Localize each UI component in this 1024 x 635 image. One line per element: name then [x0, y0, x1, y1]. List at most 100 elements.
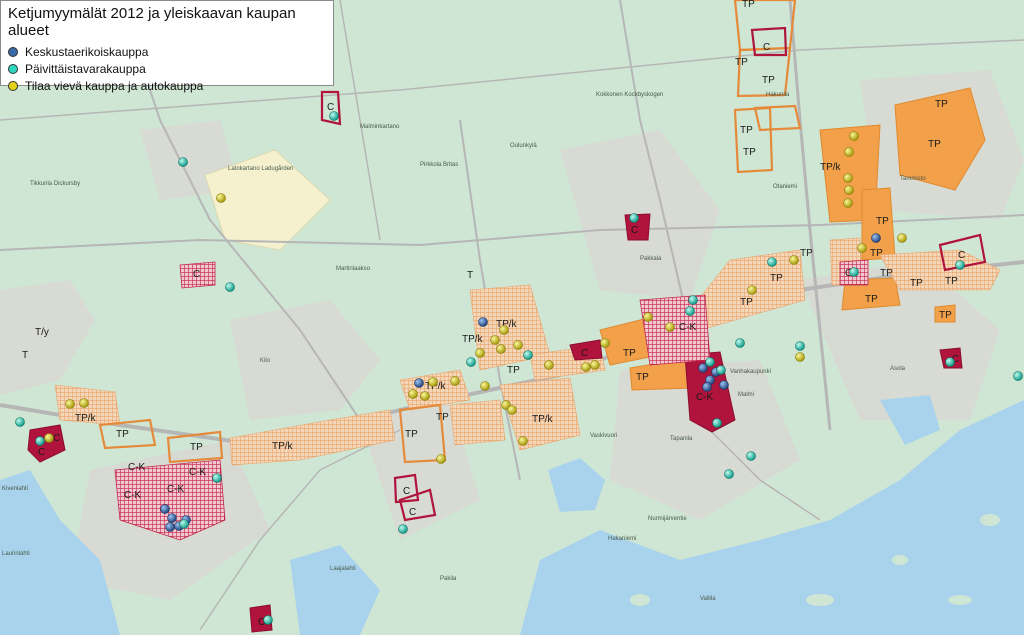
zone-label: TP — [116, 429, 129, 440]
grocery-store-marker — [705, 357, 715, 367]
grocery-store-marker — [724, 469, 734, 479]
specialty-store-marker — [478, 317, 488, 327]
specialty-store-marker — [414, 378, 424, 388]
specialty-store-marker — [719, 380, 729, 390]
bulky-store-marker — [643, 312, 653, 322]
place-label: Asola — [890, 366, 906, 372]
zone-label: TP — [770, 273, 783, 284]
zone-label: T/y — [35, 327, 49, 338]
bulky-store-marker — [436, 454, 446, 464]
blue-dot-icon — [8, 46, 18, 57]
zone-label: TP — [800, 248, 813, 259]
place-label: Vanhakaupunki — [730, 369, 771, 375]
zone-label: TP — [740, 125, 753, 136]
legend-item-bulky: Tilaa vievä kauppa ja autokauppa — [8, 77, 326, 94]
bulky-store-marker — [795, 352, 805, 362]
legend-item-specialty: Keskustaerikoiskauppa — [8, 43, 326, 60]
place-label: Vallila — [700, 596, 716, 602]
legend-item-label: Päivittäistavarakauppa — [25, 61, 146, 76]
bulky-store-marker — [44, 433, 54, 443]
place-label: Kilo — [260, 358, 271, 364]
zone-label: C — [193, 269, 200, 280]
bulky-store-marker — [849, 131, 859, 141]
bulky-store-marker — [496, 344, 506, 354]
zone-label: TP — [880, 268, 893, 279]
zone-label: C — [38, 447, 45, 458]
grocery-store-marker — [179, 519, 189, 529]
bulky-store-marker — [843, 198, 853, 208]
bulky-store-marker — [450, 376, 460, 386]
specialty-store-marker — [871, 233, 881, 243]
bulky-store-marker — [600, 338, 610, 348]
zone-label: C-K — [679, 322, 697, 333]
place-label: Pakkala — [640, 256, 662, 262]
place-label: Hakunila — [766, 92, 790, 98]
place-label: Vaskivuori — [590, 433, 617, 439]
zone-label: C-K — [124, 490, 142, 501]
zone-label: C — [53, 433, 60, 444]
zone-label: TP — [743, 147, 756, 158]
zone-label: T — [467, 270, 473, 281]
bulky-store-marker — [844, 185, 854, 195]
grocery-store-marker — [225, 282, 235, 292]
legend-item-grocery: Päivittäistavarakauppa — [8, 60, 326, 77]
grocery-store-marker — [466, 357, 476, 367]
grocery-store-marker — [716, 365, 726, 375]
zone-label: C-K — [696, 392, 714, 403]
place-label: Tikkurila Dickursby — [30, 181, 80, 187]
bulky-store-marker — [590, 360, 600, 370]
place-label: Oulunkylä — [510, 143, 537, 149]
specialty-store-marker — [702, 382, 712, 392]
grocery-store-marker — [15, 417, 25, 427]
zone-label: TP — [405, 429, 418, 440]
place-label: Martinlaakso — [336, 266, 371, 272]
bulky-store-marker — [475, 348, 485, 358]
place-label: Tapanila — [670, 436, 693, 442]
bulky-store-marker — [216, 193, 226, 203]
zone-label: TP — [742, 0, 755, 10]
bulky-store-marker — [65, 399, 75, 409]
place-label: Latokartano Ladugården — [228, 165, 293, 172]
legend-item-label: Tilaa vievä kauppa ja autokauppa — [25, 78, 204, 93]
grocery-store-marker — [849, 267, 859, 277]
zone-label: TP/k — [532, 414, 554, 425]
bulky-store-marker — [428, 377, 438, 387]
legend-item-label: Keskustaerikoiskauppa — [25, 44, 149, 59]
zone-label: TP — [436, 412, 449, 423]
grocery-store-marker — [955, 260, 965, 270]
zone-label: TP/k — [272, 441, 294, 452]
zone-label: TP — [507, 365, 520, 376]
zone-label: C-K — [128, 462, 146, 473]
zone-label: TP — [623, 348, 636, 359]
zone-label: TP — [910, 278, 923, 289]
place-label: Tammisto — [900, 176, 926, 182]
bulky-store-marker — [480, 381, 490, 391]
grocery-store-marker — [712, 418, 722, 428]
grocery-store-marker — [945, 357, 955, 367]
bulky-store-marker — [581, 362, 591, 372]
map-canvas[interactable]: TP C TP TP TP TP TP TP TP/k TP TP TP C T… — [0, 0, 1024, 635]
bulky-store-marker — [499, 325, 509, 335]
bulky-store-marker — [544, 360, 554, 370]
place-label: Laurinlahti — [2, 551, 30, 557]
place-label: Nurmijärventie — [648, 516, 687, 522]
zone-label: C — [581, 348, 588, 359]
place-label: Otaniemi — [773, 184, 797, 190]
zone-label: C — [631, 225, 638, 236]
grocery-store-marker — [1013, 371, 1023, 381]
zone-label: TP — [870, 248, 883, 259]
bulky-store-marker — [747, 285, 757, 295]
teal-dot-icon — [8, 63, 18, 74]
grocery-store-marker — [688, 295, 698, 305]
legend-title: Ketjumyymälät 2012 ja yleiskaavan kaupan… — [8, 5, 296, 39]
zone-label: TP — [762, 75, 775, 86]
map-legend: Ketjumyymälät 2012 ja yleiskaavan kaupan… — [0, 0, 334, 93]
zone-label: T — [22, 350, 28, 361]
bulky-store-marker — [665, 322, 675, 332]
zone-label: TP — [740, 297, 753, 308]
zone-label: C — [403, 486, 410, 497]
specialty-store-marker — [160, 504, 170, 514]
bulky-store-marker — [513, 340, 523, 350]
yellow-dot-icon — [8, 80, 18, 91]
bulky-store-marker — [843, 173, 853, 183]
